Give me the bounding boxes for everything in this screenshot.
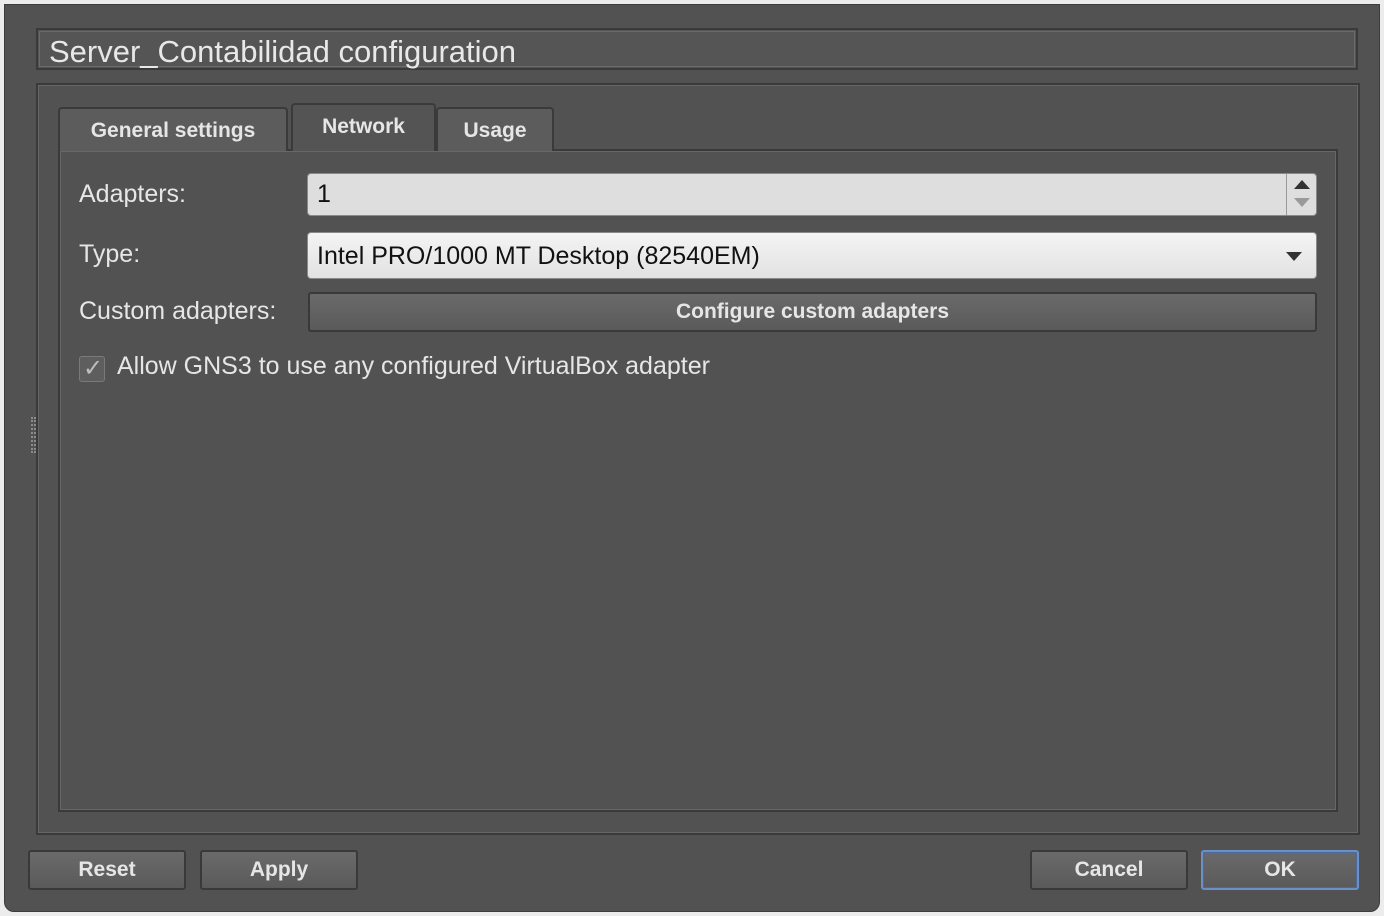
dialog-title: Server_Contabilidad configuration: [49, 34, 517, 69]
configure-custom-adapters-button[interactable]: Configure custom adapters: [308, 292, 1317, 332]
allow-any-adapter-checkbox[interactable]: ✓: [79, 355, 105, 382]
custom-adapters-label: Custom adapters:: [79, 297, 277, 325]
adapters-label: Adapters:: [79, 180, 187, 208]
adapter-type-select[interactable]: Intel PRO/1000 MT Desktop (82540EM): [307, 232, 1317, 279]
type-label: Type:: [79, 240, 141, 268]
allow-any-adapter-label[interactable]: Allow GNS3 to use any configured Virtual…: [117, 352, 710, 381]
configuration-dialog: Server_Contabilidad configuration Genera…: [4, 4, 1380, 912]
reset-button-label: Reset: [78, 858, 136, 881]
tab-usage[interactable]: Usage: [436, 107, 554, 151]
tab-network[interactable]: Network: [291, 103, 436, 151]
dropdown-arrow-icon: [1286, 252, 1302, 261]
tab-usage-label: Usage: [463, 119, 527, 142]
checkmark-icon: ✓: [83, 355, 104, 382]
chevron-up-icon[interactable]: [1287, 174, 1316, 194]
tab-general-settings-label: General settings: [90, 119, 256, 142]
ok-button[interactable]: OK: [1201, 850, 1359, 890]
apply-button[interactable]: Apply: [200, 850, 358, 890]
spin-arrows: [1286, 174, 1316, 215]
adapters-spinbox[interactable]: 1: [307, 173, 1317, 216]
tab-general-settings[interactable]: General settings: [58, 107, 288, 151]
configure-custom-adapters-label: Configure custom adapters: [675, 300, 950, 323]
adapters-value[interactable]: 1: [317, 180, 331, 209]
cancel-button[interactable]: Cancel: [1030, 850, 1188, 890]
adapter-type-value: Intel PRO/1000 MT Desktop (82540EM): [317, 242, 760, 270]
chevron-down-icon[interactable]: [1287, 194, 1316, 214]
reset-button[interactable]: Reset: [28, 850, 186, 890]
cancel-button-label: Cancel: [1074, 858, 1144, 881]
ok-button-label: OK: [1264, 858, 1296, 881]
dialog-title-bar: Server_Contabilidad configuration: [36, 28, 1358, 70]
tab-network-label: Network: [322, 115, 405, 138]
apply-button-label: Apply: [249, 858, 309, 881]
